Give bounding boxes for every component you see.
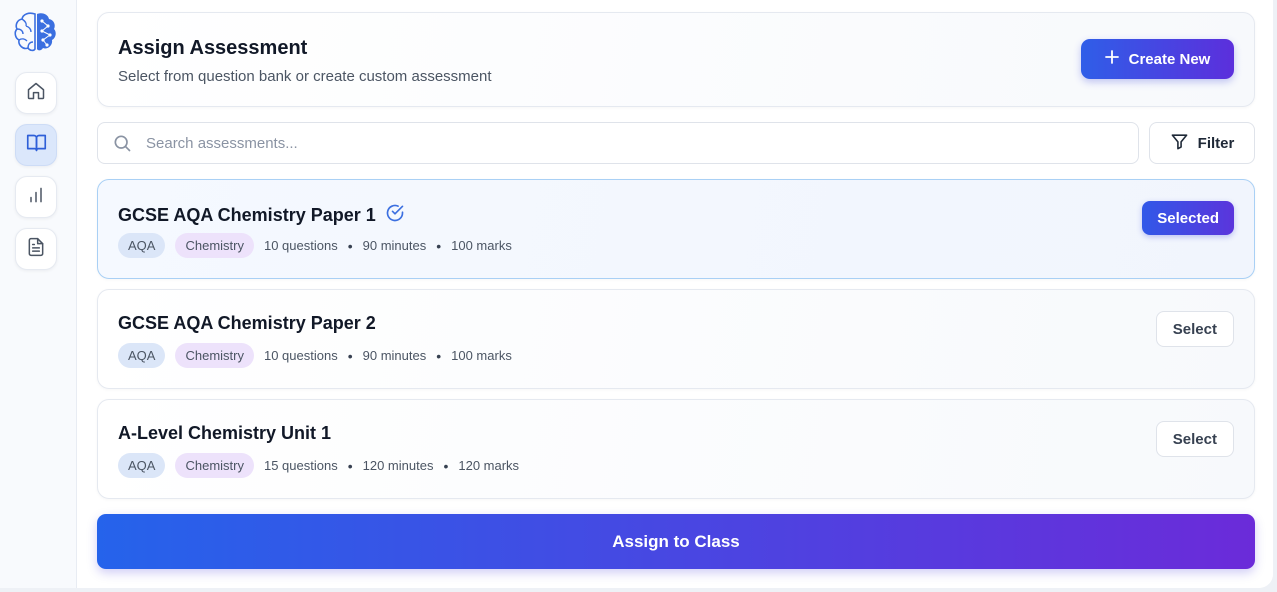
subject-tag: Chemistry	[175, 233, 254, 258]
total-marks: 100 marks	[451, 348, 512, 363]
separator-dot: •	[347, 457, 353, 474]
assessment-title-row: GCSE AQA Chemistry Paper 1	[118, 203, 405, 228]
home-icon	[26, 81, 46, 106]
filter-button[interactable]: Filter	[1149, 122, 1255, 164]
main-content: Assign Assessment Select from question b…	[77, 0, 1273, 588]
selected-button[interactable]: Selected	[1142, 201, 1234, 235]
total-marks: 100 marks	[451, 238, 512, 253]
app-window: Assign Assessment Select from question b…	[0, 0, 1273, 588]
sidebar-item-analytics[interactable]	[15, 176, 57, 218]
subject-tag: Chemistry	[175, 453, 254, 478]
document-icon	[26, 237, 46, 262]
filter-icon	[1170, 132, 1189, 155]
sidebar-item-home[interactable]	[15, 72, 57, 114]
search-icon	[112, 132, 134, 154]
sidebar-item-documents[interactable]	[15, 228, 57, 270]
separator-dot: •	[347, 237, 353, 254]
duration: 120 minutes	[362, 458, 434, 473]
assessment-title: GCSE AQA Chemistry Paper 1	[118, 205, 376, 225]
question-count: 10 questions	[263, 238, 338, 253]
separator-dot: •	[436, 237, 442, 254]
bar-chart-icon	[26, 185, 46, 210]
assign-to-class-button[interactable]: Assign to Class	[97, 514, 1255, 569]
board-tag: AQA	[118, 343, 166, 368]
assessment-meta: AQA Chemistry 15 questions • 120 minutes…	[118, 453, 519, 478]
page-title: Assign Assessment	[118, 37, 308, 59]
assessment-card[interactable]: GCSE AQA Chemistry Paper 1 AQA Chemistry…	[97, 179, 1255, 279]
sidebar-item-assessments[interactable]	[15, 124, 57, 166]
create-new-button[interactable]: Create New	[1081, 39, 1234, 79]
sidebar	[0, 0, 77, 588]
page-header: Assign Assessment Select from question b…	[97, 12, 1255, 107]
question-count: 15 questions	[263, 458, 338, 473]
assessment-meta: AQA Chemistry 10 questions • 90 minutes …	[118, 233, 512, 258]
total-marks: 120 marks	[458, 458, 520, 473]
assessment-card[interactable]: A-Level Chemistry Unit 1 AQA Chemistry 1…	[97, 399, 1255, 499]
filter-label: Filter	[1197, 134, 1235, 152]
search-box	[97, 122, 1139, 164]
assessment-card[interactable]: GCSE AQA Chemistry Paper 2 AQA Chemistry…	[97, 289, 1255, 389]
assessment-title-row: A-Level Chemistry Unit 1	[118, 423, 331, 444]
assessment-title-row: GCSE AQA Chemistry Paper 2	[118, 313, 376, 334]
select-button[interactable]: Select	[1155, 311, 1234, 347]
question-count: 10 questions	[263, 348, 338, 363]
board-tag: AQA	[118, 233, 166, 258]
duration: 90 minutes	[362, 348, 427, 363]
assessment-meta: AQA Chemistry 10 questions • 90 minutes …	[118, 343, 512, 368]
create-new-label: Create New	[1128, 50, 1211, 68]
duration: 90 minutes	[362, 238, 427, 253]
subject-tag: Chemistry	[175, 343, 254, 368]
assessment-title: GCSE AQA Chemistry Paper 2	[118, 313, 376, 333]
book-open-icon	[26, 132, 47, 158]
plus-icon	[1104, 50, 1119, 68]
search-input[interactable]	[146, 134, 1138, 152]
separator-dot: •	[436, 347, 442, 364]
board-tag: AQA	[118, 453, 166, 478]
check-circle-icon	[385, 203, 405, 228]
separator-dot: •	[443, 457, 449, 474]
assessment-title: A-Level Chemistry Unit 1	[118, 423, 332, 443]
separator-dot: •	[347, 347, 353, 364]
page-subtitle: Select from question bank or create cust…	[118, 68, 492, 85]
brain-icon[interactable]	[13, 10, 59, 54]
select-button[interactable]: Select	[1155, 421, 1234, 457]
